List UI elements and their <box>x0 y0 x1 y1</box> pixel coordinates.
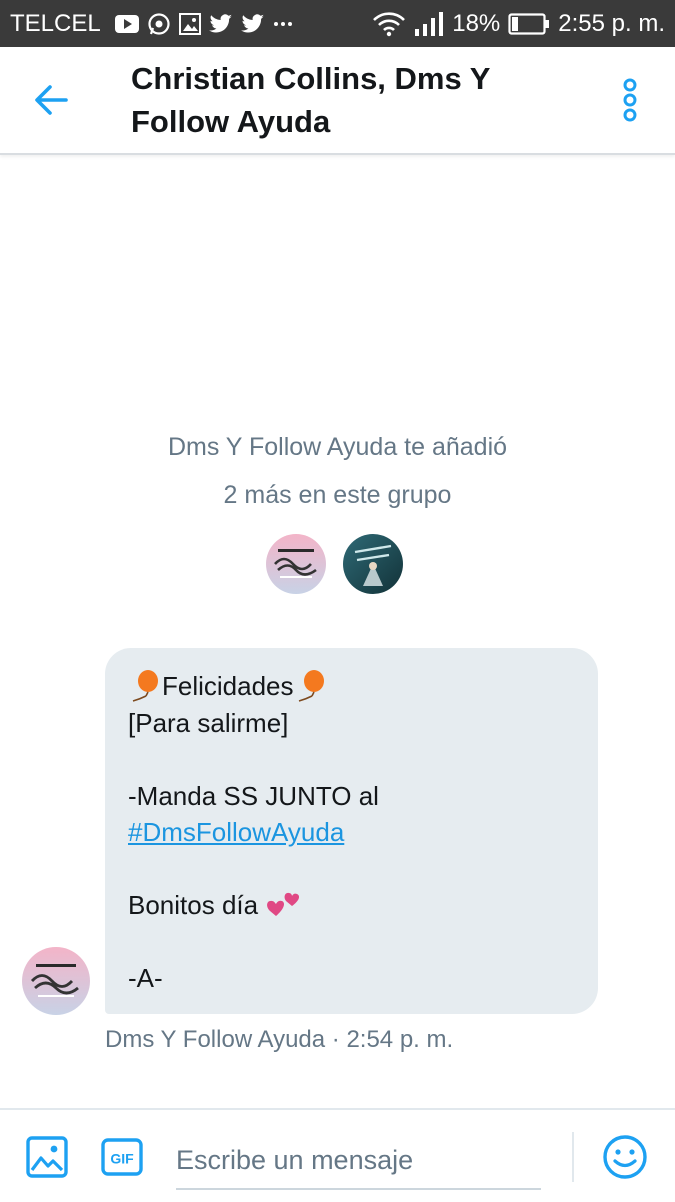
group-members-avatars <box>266 534 403 594</box>
message-title: Felicidades <box>162 671 294 701</box>
twitter-icon <box>240 13 265 34</box>
two-hearts-icon <box>267 893 300 917</box>
clock: 2:55 p. m. <box>558 9 665 37</box>
signal-icon <box>414 11 444 37</box>
more-options-button[interactable] <box>608 77 652 123</box>
avatar[interactable] <box>266 534 326 594</box>
add-photo-button[interactable] <box>26 1136 68 1178</box>
conversation-title: Christian Collins, Dms Y Follow Ayuda <box>131 61 490 139</box>
balloon-icon <box>132 670 158 703</box>
group-members-notice[interactable]: 2 más en este grupo <box>0 481 675 510</box>
message-line: Bonitos día <box>128 887 576 924</box>
message-bubble[interactable]: Felicidades [Para salirme] -Manda SS JUN… <box>105 648 598 1014</box>
wifi-icon <box>372 11 406 37</box>
message-line: [Para salirme] <box>128 707 289 738</box>
carrier-label: TELCEL <box>10 9 101 37</box>
sender-avatar[interactable] <box>22 947 90 1015</box>
image-icon <box>26 1136 68 1178</box>
more-dots-icon <box>273 21 293 27</box>
divider <box>572 1132 574 1182</box>
arrow-left-icon <box>35 85 68 115</box>
gif-icon: GIF <box>101 1138 143 1176</box>
emoji-icon <box>603 1135 647 1179</box>
avatar[interactable] <box>343 534 403 594</box>
status-bar: TELCEL 18% 2:55 p. m. <box>0 0 675 47</box>
back-button[interactable] <box>30 80 74 120</box>
message-text: Bonitos día <box>128 890 259 920</box>
emoji-button[interactable] <box>602 1134 648 1180</box>
hashtag-link[interactable]: #DmsFollowAyuda <box>128 814 344 851</box>
youtube-icon <box>114 14 139 33</box>
message-input[interactable] <box>176 1132 541 1188</box>
gif-button[interactable]: GIF <box>101 1138 143 1176</box>
battery-percent: 18% <box>452 9 501 37</box>
more-vertical-icon <box>623 78 637 122</box>
message-input-wrapper <box>176 1132 541 1190</box>
whatsapp-icon <box>147 12 171 36</box>
added-notice: Dms Y Follow Ayuda te añadió <box>167 433 508 461</box>
conversation-header: Christian Collins, Dms Y Follow Ayuda <box>0 47 675 155</box>
balloon-icon <box>298 670 324 703</box>
gallery-icon <box>178 12 201 35</box>
battery-icon <box>508 12 550 35</box>
message-line: -A- <box>128 963 163 993</box>
gif-label: GIF <box>110 1151 134 1167</box>
message-composer: GIF <box>0 1108 675 1202</box>
twitter-icon <box>208 13 233 34</box>
message-line: -Manda SS JUNTO al <box>128 780 379 811</box>
message-meta: Dms Y Follow Ayuda · 2:54 p. m. <box>105 1026 454 1053</box>
message-line: Felicidades <box>128 668 576 705</box>
